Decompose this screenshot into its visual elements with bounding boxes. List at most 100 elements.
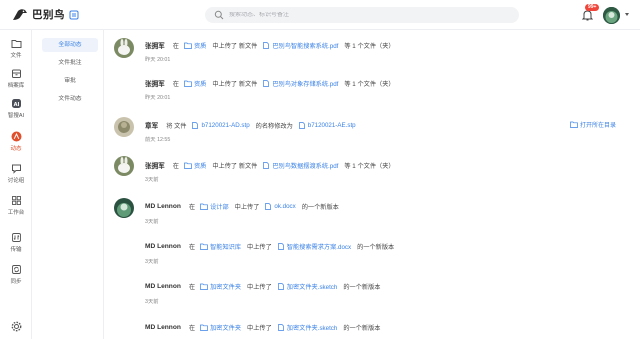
svg-text:AI: AI <box>13 102 19 108</box>
nav-ai-search[interactable]: AI 智搜AI <box>0 98 32 119</box>
file-link[interactable]: 加密文件夹.sketch <box>277 323 337 332</box>
grid-icon <box>11 195 22 206</box>
nav-discussion[interactable]: 讨论组 <box>0 163 32 184</box>
feed-text: MD Lennon 在 智能知识库 中上传了 智能搜索需求方案.docx 的一个… <box>145 242 395 251</box>
folder-link[interactable]: 资质 <box>184 79 206 88</box>
feed-text: MD Lennon 在 加密文件夹 中上传了 加密文件夹.sketch 的一个新… <box>145 323 381 332</box>
activity-icon <box>11 131 22 142</box>
search-icon <box>214 10 224 20</box>
timestamp: 3天前 <box>145 259 159 265</box>
folder-icon <box>184 80 192 87</box>
chat-icon <box>11 163 22 174</box>
nav-transfer[interactable]: 传输 <box>0 232 32 253</box>
user-avatar[interactable] <box>114 156 134 176</box>
nav-label: 工作台 <box>7 210 25 216</box>
folder-link[interactable]: 资质 <box>184 161 206 170</box>
user-name[interactable]: 章军 <box>145 120 158 130</box>
nav-workbench[interactable]: 工作台 <box>0 195 32 216</box>
subnav-file-annotations[interactable]: 文件批注 <box>42 56 98 70</box>
folder-link[interactable]: 智能知识库 <box>200 242 241 251</box>
subnav-file-activity[interactable]: 文件动态 <box>42 92 98 106</box>
folder-icon <box>200 243 208 250</box>
nav-label: 档案库 <box>7 83 25 89</box>
gear-icon <box>11 321 22 332</box>
nav-label: 传输 <box>10 247 22 253</box>
timestamp: 3天前 <box>145 219 159 225</box>
timestamp: 昨天 20:01 <box>145 57 171 63</box>
folder-icon <box>200 283 208 290</box>
user-name[interactable]: MD Lennon <box>145 324 181 331</box>
nav-sync[interactable]: 同步 <box>0 264 32 285</box>
user-name[interactable]: 张拥军 <box>145 40 165 50</box>
transfer-icon <box>11 232 22 243</box>
folder-icon <box>570 121 578 128</box>
chevron-down-icon[interactable] <box>625 13 629 16</box>
file-link[interactable]: 巴别鸟智能搜索系统.pdf <box>262 41 338 50</box>
sync-icon <box>11 264 22 275</box>
user-name[interactable]: 张拥军 <box>145 160 165 170</box>
folder-icon <box>184 42 192 49</box>
main-nav-rail: 文件 档案库 AI 智搜AI 动态 讨论组 工作台 传输 同步 <box>0 30 32 339</box>
file-icon <box>263 79 270 87</box>
file-link[interactable]: 巴别鸟对象存储系统.pdf <box>262 79 338 88</box>
nav-label: 动态 <box>10 146 22 152</box>
user-name[interactable]: MD Lennon <box>145 283 181 290</box>
nav-label: 同步 <box>10 279 22 285</box>
app-name: 巴别鸟 <box>32 9 65 21</box>
feed-text: 张拥军 在 资质 中上传了 新文件 巴别鸟对象存储系统.pdf 等 1 个文件（… <box>145 78 400 88</box>
file-icon <box>277 243 284 250</box>
timestamp: 3天前 <box>145 177 159 183</box>
file-icon <box>277 283 284 290</box>
file-icon <box>263 161 270 169</box>
folder-link[interactable]: 资质 <box>184 41 206 50</box>
file-link[interactable]: b7120021-AD.stp <box>191 121 250 129</box>
user-name[interactable]: 张拥军 <box>145 78 165 88</box>
file-link[interactable]: 智能搜索需求方案.docx <box>277 242 351 251</box>
user-avatar[interactable] <box>114 117 134 137</box>
folder-link[interactable]: 加密文件夹 <box>200 282 241 291</box>
user-avatar[interactable] <box>114 198 134 218</box>
user-name[interactable]: MD Lennon <box>145 203 181 210</box>
file-icon <box>263 41 270 49</box>
folder-icon <box>200 324 208 331</box>
file-icon <box>265 203 272 210</box>
nav-files[interactable]: 文件 <box>0 38 32 59</box>
file-icon <box>277 324 284 331</box>
app-logo[interactable]: 巴别鸟 <box>12 7 65 22</box>
folder-icon <box>11 38 22 49</box>
folder-link[interactable]: 设计部 <box>200 202 229 211</box>
switch-space-icon[interactable] <box>69 10 79 20</box>
folder-link[interactable]: 加密文件夹 <box>200 323 241 332</box>
ai-icon: AI <box>11 98 22 109</box>
file-link[interactable]: b7120021-AE.stp <box>298 122 356 129</box>
nav-label: 文件 <box>10 53 22 59</box>
subnav-all-activity[interactable]: 全部动态 <box>42 38 98 52</box>
user-name[interactable]: MD Lennon <box>145 243 181 250</box>
top-bar: 巴别鸟 99+ <box>0 0 640 30</box>
notification-badge: 99+ <box>585 4 600 11</box>
search-bar[interactable] <box>205 7 519 23</box>
nav-activity[interactable]: 动态 <box>0 131 32 152</box>
file-link[interactable]: ok.docx <box>264 203 296 210</box>
subnav-approval[interactable]: 审批 <box>42 74 98 88</box>
open-directory-link[interactable]: 打开所在目录 <box>570 120 616 129</box>
folder-icon <box>184 162 192 169</box>
nav-label: 智搜AI <box>7 113 25 119</box>
bird-logo-icon <box>12 8 28 22</box>
nav-archive[interactable]: 档案库 <box>0 68 32 89</box>
feed-text: MD Lennon 在 设计部 中上传了 ok.docx 的一个新版本 <box>145 202 339 211</box>
user-avatar[interactable] <box>603 7 620 24</box>
file-link[interactable]: 巴别鸟数据摆渡系统.pdf <box>262 161 338 170</box>
archive-icon <box>11 68 22 79</box>
search-input[interactable] <box>229 12 489 18</box>
feed-text: 张拥军 在 资质 中上传了 新文件 巴别鸟数据摆渡系统.pdf 等 1 个文件（… <box>145 160 400 170</box>
activity-subnav: 全部动态 文件批注 审批 文件动态 <box>32 30 104 339</box>
file-icon <box>298 121 305 129</box>
feed-text: MD Lennon 在 加密文件夹 中上传了 加密文件夹.sketch 的一个新… <box>145 282 381 291</box>
user-avatar[interactable] <box>114 38 134 58</box>
file-icon <box>192 121 199 129</box>
nav-settings[interactable] <box>0 321 32 332</box>
activity-feed: 张拥军 在 资质 中上传了 新文件 巴别鸟智能搜索系统.pdf 等 1 个文件（… <box>104 30 640 339</box>
timestamp: 前天 12:55 <box>145 137 171 143</box>
file-link[interactable]: 加密文件夹.sketch <box>277 282 337 291</box>
